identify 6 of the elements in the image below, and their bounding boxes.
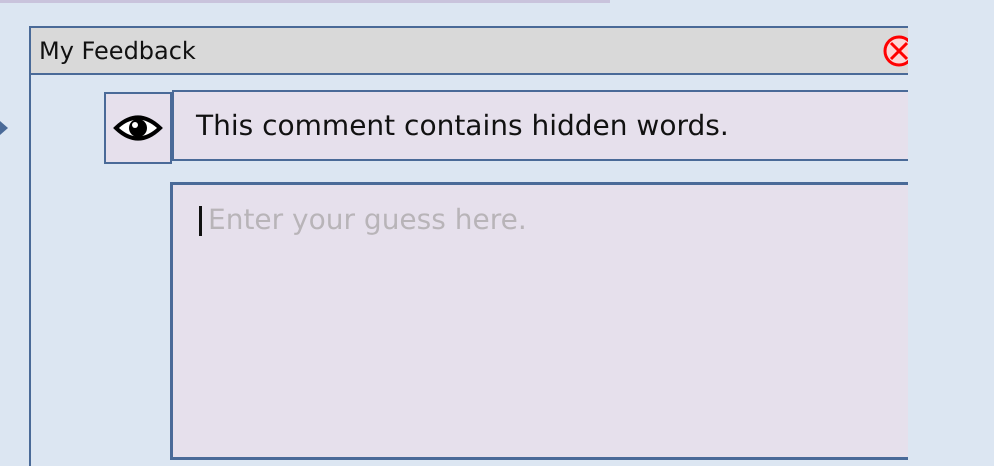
panel-title: My Feedback bbox=[39, 36, 196, 64]
eye-button[interactable] bbox=[104, 92, 172, 164]
eye-icon bbox=[113, 113, 163, 143]
comment-text: This comment contains hidden words. bbox=[196, 109, 729, 142]
arrow-icon bbox=[0, 121, 8, 135]
close-icon[interactable] bbox=[882, 34, 908, 68]
